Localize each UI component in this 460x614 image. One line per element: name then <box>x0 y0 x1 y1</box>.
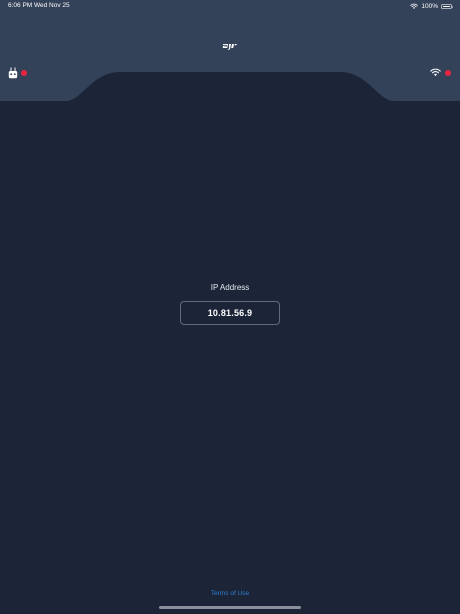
status-date: Wed Nov 25 <box>34 2 70 9</box>
remote-controller-icon <box>8 67 18 79</box>
ip-address-label: IP Address <box>210 283 250 292</box>
header-panel <box>0 0 460 101</box>
battery-percent: 100% <box>421 2 438 10</box>
terms-of-use-link[interactable]: Terms of Use <box>0 590 460 597</box>
status-right-group: 100% <box>410 1 453 11</box>
controller-status-dot <box>21 70 27 76</box>
dji-logo-icon <box>222 44 237 50</box>
battery-fill <box>443 5 451 7</box>
battery-cap <box>452 5 453 8</box>
battery-icon <box>441 3 453 9</box>
status-bar: 6:06 PM Wed Nov 25 100% <box>0 0 460 12</box>
home-indicator[interactable] <box>159 606 301 609</box>
app-screen: 6:06 PM Wed Nov 25 100% IP Address 10.81… <box>0 0 460 614</box>
wifi-status-icon <box>410 3 419 9</box>
wifi-status-dot <box>445 70 451 76</box>
ip-address-field[interactable]: 10.81.56.9 <box>180 301 280 325</box>
status-time: 6:06 PM <box>8 2 33 9</box>
wifi-icon <box>430 68 441 77</box>
